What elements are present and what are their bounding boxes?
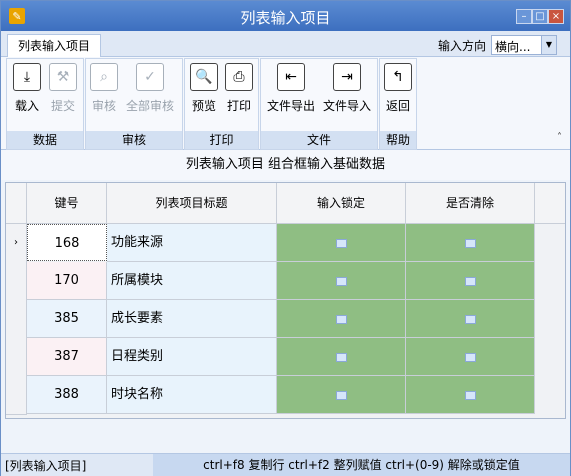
- table-cell-title[interactable]: 成长要素: [107, 300, 277, 338]
- input-direction-label: 输入方向: [438, 39, 487, 53]
- checkbox-icon[interactable]: [465, 352, 476, 362]
- submit-label: 提交: [50, 99, 75, 113]
- group-help-title: 帮助: [380, 131, 416, 149]
- input-direction-select[interactable]: 横向... ▼: [491, 35, 557, 55]
- tab-strip: 列表输入项目 输入方向 横向... ▼: [1, 31, 570, 57]
- clear-cell[interactable]: [406, 376, 535, 414]
- download-icon: ⤓: [13, 63, 41, 91]
- row-selector[interactable]: [6, 262, 27, 301]
- file-export-button[interactable]: ⇤ 文件导出: [263, 63, 319, 117]
- group-review-title: 审核: [86, 131, 182, 149]
- clear-cell[interactable]: [406, 224, 535, 262]
- group-file: ⇤ 文件导出 ⇥ 文件导入 文件: [260, 58, 378, 150]
- gavel-icon: ⚒: [49, 63, 77, 91]
- file-import-button[interactable]: ⇥ 文件导入: [319, 63, 375, 117]
- load-label: 载入: [14, 99, 39, 113]
- tab-list-input[interactable]: 列表输入项目: [7, 34, 102, 57]
- grid-caption: 列表输入项目 组合框输入基础数据: [1, 150, 570, 180]
- lock-cell[interactable]: [277, 262, 406, 300]
- data-grid: 键号 列表项目标题 输入锁定 是否清除 › 168 功能来源 170 所属模块 …: [5, 182, 566, 419]
- back-button[interactable]: ↰ 返回: [382, 63, 414, 117]
- lock-cell[interactable]: [277, 376, 406, 414]
- ribbon: ⤓ 载入 ⚒ 提交 数据 ⌕ 审核 ✓ 全部审核 审核 🔍 预览 ⎙ 打印 打印…: [1, 57, 570, 150]
- printer-icon: ⎙: [225, 63, 253, 91]
- group-print: 🔍 预览 ⎙ 打印 打印: [184, 58, 259, 150]
- print-button[interactable]: ⎙ 打印: [223, 63, 255, 117]
- file-export-label: 文件导出: [266, 99, 315, 113]
- status-bar: [列表输入项目] ctrl+f8 复制行 ctrl+f2 整列赋值 ctrl+(…: [1, 453, 570, 476]
- column-header-key[interactable]: 键号: [27, 183, 107, 224]
- group-print-title: 打印: [185, 131, 258, 149]
- review-button[interactable]: ⌕ 审核: [90, 63, 118, 117]
- clear-cell[interactable]: [406, 300, 535, 338]
- table-cell-title[interactable]: 功能来源: [107, 224, 277, 262]
- file-import-label: 文件导入: [322, 99, 371, 113]
- lock-cell[interactable]: [277, 338, 406, 376]
- review-label: 审核: [91, 99, 116, 113]
- submit-button[interactable]: ⚒ 提交: [47, 63, 79, 117]
- maximize-button[interactable]: □: [532, 9, 548, 24]
- clear-cell[interactable]: [406, 338, 535, 376]
- column-header-lock[interactable]: 输入锁定: [277, 183, 406, 224]
- column-header-clear[interactable]: 是否清除: [406, 183, 535, 224]
- clear-cell[interactable]: [406, 262, 535, 300]
- check-all-icon: ✓: [136, 63, 164, 91]
- back-icon: ↰: [384, 63, 412, 91]
- checkbox-icon[interactable]: [465, 276, 476, 286]
- export-icon: ⇤: [277, 63, 305, 91]
- checkbox-icon[interactable]: [336, 352, 347, 362]
- table-cell-title[interactable]: 日程类别: [107, 338, 277, 376]
- table-cell-key[interactable]: 385: [27, 300, 107, 338]
- group-file-title: 文件: [261, 131, 377, 149]
- minimize-button[interactable]: –: [516, 9, 532, 24]
- row-selector-current[interactable]: ›: [6, 224, 27, 263]
- column-header-title[interactable]: 列表项目标题: [107, 183, 277, 224]
- group-review: ⌕ 审核 ✓ 全部审核 审核: [85, 58, 183, 150]
- row-selector[interactable]: [6, 376, 27, 415]
- preview-label: 预览: [191, 99, 216, 113]
- print-label: 打印: [226, 99, 251, 113]
- preview-icon: 🔍: [190, 63, 218, 91]
- table-cell-title[interactable]: 时块名称: [107, 376, 277, 414]
- row-selector[interactable]: [6, 338, 27, 377]
- title-bar[interactable]: ✎ 列表输入项目 – □ ×: [1, 1, 570, 31]
- checkbox-icon[interactable]: [465, 238, 476, 248]
- checkbox-icon[interactable]: [465, 314, 476, 324]
- app-window: ✎ 列表输入项目 – □ × 列表输入项目 输入方向 横向... ▼ ⤓ 载入 …: [0, 0, 571, 476]
- column-header-filler: [535, 183, 565, 224]
- import-icon: ⇥: [333, 63, 361, 91]
- status-hint: ctrl+f8 复制行 ctrl+f2 整列赋值 ctrl+(0-9) 解除或锁…: [153, 454, 570, 476]
- row-selector-header: [6, 183, 27, 224]
- preview-button[interactable]: 🔍 预览: [188, 63, 220, 117]
- table-cell-title[interactable]: 所属模块: [107, 262, 277, 300]
- row-selector[interactable]: [6, 300, 27, 339]
- checkbox-icon[interactable]: [336, 238, 347, 248]
- chevron-down-icon[interactable]: ▼: [541, 36, 556, 54]
- lock-cell[interactable]: [277, 224, 406, 262]
- table-cell-key[interactable]: 170: [27, 262, 107, 300]
- magnifier-icon: ⌕: [90, 63, 118, 91]
- review-all-button[interactable]: ✓ 全部审核: [122, 63, 178, 117]
- group-data: ⤓ 载入 ⚒ 提交 数据: [6, 58, 84, 150]
- back-label: 返回: [385, 99, 410, 113]
- table-cell-key[interactable]: 388: [27, 376, 107, 414]
- ribbon-collapse-icon[interactable]: ˄: [557, 132, 562, 143]
- window-title: 列表输入项目: [240, 9, 331, 27]
- lock-cell[interactable]: [277, 300, 406, 338]
- group-data-title: 数据: [7, 131, 83, 149]
- close-button[interactable]: ×: [548, 9, 564, 24]
- group-help: ↰ 返回 帮助: [379, 58, 417, 150]
- checkbox-icon[interactable]: [465, 390, 476, 400]
- checkbox-icon[interactable]: [336, 276, 347, 286]
- checkbox-icon[interactable]: [336, 314, 347, 324]
- table-cell-key[interactable]: 168: [27, 224, 107, 261]
- status-left: [列表输入项目]: [5, 459, 87, 473]
- review-all-label: 全部审核: [125, 99, 174, 113]
- table-cell-key[interactable]: 387: [27, 338, 107, 376]
- input-direction-value: 横向...: [495, 40, 531, 54]
- checkbox-icon[interactable]: [336, 390, 347, 400]
- load-button[interactable]: ⤓ 载入: [11, 63, 43, 117]
